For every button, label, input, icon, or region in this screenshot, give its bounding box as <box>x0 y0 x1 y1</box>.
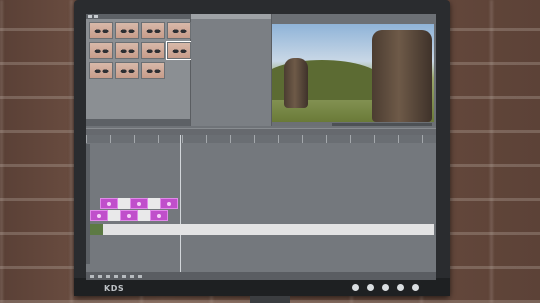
thumbnail-item[interactable] <box>115 62 139 79</box>
keyframe-icon[interactable] <box>157 213 161 218</box>
track-gap <box>148 198 160 209</box>
project-panel-header <box>191 14 271 19</box>
thumbnail-item[interactable] <box>141 22 165 39</box>
track-gap <box>108 210 120 221</box>
event-clip[interactable] <box>130 198 148 209</box>
preview-image <box>272 24 434 122</box>
media-track[interactable] <box>90 224 434 235</box>
up-button[interactable] <box>382 284 389 291</box>
play-icon[interactable] <box>106 274 110 278</box>
video-track-1 <box>100 198 178 209</box>
event-clip[interactable] <box>150 210 168 221</box>
thumbnail-grid <box>86 19 192 82</box>
keyframe-icon[interactable] <box>167 201 171 206</box>
thumbnail-footer <box>86 119 190 126</box>
event-clip[interactable] <box>160 198 178 209</box>
menu-button[interactable] <box>367 284 374 291</box>
keyframe-icon[interactable] <box>127 213 131 218</box>
keyframe-icon[interactable] <box>137 201 141 206</box>
thumbnail-item[interactable] <box>89 42 113 59</box>
event-clip[interactable] <box>120 210 138 221</box>
thumbnail-item[interactable] <box>89 62 113 79</box>
timeline-transport-bar <box>86 272 436 280</box>
rewind-icon[interactable] <box>130 274 134 278</box>
stop-icon[interactable] <box>122 274 126 278</box>
select-button[interactable] <box>412 284 419 291</box>
project-panel <box>191 14 272 126</box>
thumbnail-item[interactable] <box>141 42 165 59</box>
thumbnail-panel <box>86 14 192 126</box>
forward-icon[interactable] <box>94 15 98 18</box>
fast-forward-icon[interactable] <box>138 274 142 278</box>
thumbnail-item[interactable] <box>115 22 139 39</box>
back-icon[interactable] <box>88 15 92 18</box>
moai-statue-small <box>284 58 308 108</box>
event-clip[interactable] <box>100 198 118 209</box>
preview-transport-controls[interactable] <box>332 123 432 126</box>
event-clip[interactable] <box>90 210 108 221</box>
keyframe-icon[interactable] <box>97 213 101 218</box>
monitor-stand <box>250 296 290 303</box>
thumbnail-item[interactable] <box>167 22 191 39</box>
power-button[interactable] <box>352 284 359 291</box>
media-thumbnail <box>90 224 103 235</box>
pause-icon[interactable] <box>114 274 118 278</box>
keyframe-icon[interactable] <box>107 201 111 206</box>
track-gap <box>118 198 130 209</box>
preview-panel <box>272 14 436 126</box>
monitor-brand-logo: KDS <box>104 284 125 293</box>
track-header-column <box>86 144 90 264</box>
loop-icon[interactable] <box>98 274 102 278</box>
thumbnail-item[interactable] <box>115 42 139 59</box>
timeline-toolbar <box>86 128 436 135</box>
thumbnail-item[interactable] <box>141 62 165 79</box>
video-track-2 <box>90 210 168 221</box>
editor-screen <box>86 14 436 280</box>
down-button[interactable] <box>397 284 404 291</box>
moai-statue-large <box>372 30 432 122</box>
track-gap <box>138 210 150 221</box>
thumbnail-item-selected[interactable] <box>166 41 192 60</box>
record-icon[interactable] <box>90 274 94 278</box>
thumbnail-item[interactable] <box>89 22 113 39</box>
monitor-button-row <box>352 284 419 291</box>
timeline-ruler[interactable] <box>86 135 436 143</box>
playhead-cursor[interactable] <box>180 135 181 275</box>
